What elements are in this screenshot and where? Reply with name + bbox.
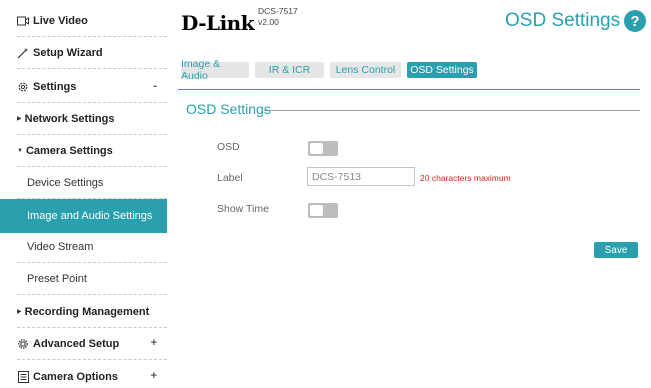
- model-info: DCS-7517 v2.00: [258, 6, 298, 28]
- firmware-version: v2.00: [258, 17, 279, 27]
- sidebar-item-label: Camera Options: [33, 371, 118, 383]
- sidebar-item-live-video[interactable]: Live Video: [17, 5, 167, 37]
- sidebar-item-label: Recording Management: [24, 305, 150, 318]
- sidebar-item-label: Camera Settings: [25, 144, 113, 157]
- sidebar-item-settings[interactable]: Settings -: [17, 71, 167, 103]
- advanced-gear-icon: [17, 338, 29, 350]
- osd-label: OSD: [217, 141, 240, 153]
- caret-down-icon: ▼: [17, 147, 23, 154]
- osd-toggle[interactable]: [308, 141, 338, 156]
- label-input[interactable]: [307, 167, 415, 186]
- page-title: OSD Settings: [505, 10, 621, 31]
- sidebar-item-label: Live Video: [33, 14, 88, 27]
- sidebar-item-device-settings[interactable]: Device Settings: [17, 167, 167, 199]
- show-time-toggle[interactable]: [308, 203, 338, 218]
- tab-osd-settings[interactable]: OSD Settings: [407, 62, 477, 78]
- sidebar-item-label: Video Stream: [27, 240, 94, 253]
- tab-ir-icr[interactable]: IR & ICR: [255, 62, 324, 78]
- expand-icon[interactable]: +: [151, 337, 157, 349]
- collapse-icon[interactable]: -: [153, 80, 157, 92]
- sidebar-item-label: Preset Point: [27, 272, 87, 285]
- save-button[interactable]: Save: [594, 242, 638, 258]
- tab-divider: [178, 89, 640, 90]
- model-name: DCS-7517: [258, 6, 298, 16]
- label-field-label: Label: [217, 172, 243, 184]
- sidebar-item-camera-settings[interactable]: ▼ Camera Settings: [17, 135, 167, 167]
- list-icon: [17, 371, 29, 383]
- video-icon: [17, 15, 29, 27]
- toggle-knob: [310, 205, 323, 216]
- caret-right-icon: ▶: [17, 309, 22, 315]
- label-hint: 20 characters maximum: [420, 173, 511, 183]
- sidebar-item-label: Image and Audio Settings: [27, 210, 153, 222]
- sidebar-item-camera-options[interactable]: Camera Options +: [17, 361, 167, 388]
- tab-image-audio[interactable]: Image & Audio: [181, 58, 249, 82]
- show-time-label: Show Time: [217, 203, 269, 215]
- sidebar-item-video-stream[interactable]: Video Stream: [17, 231, 167, 263]
- toggle-knob: [310, 143, 323, 154]
- sidebar-item-preset-point[interactable]: Preset Point: [17, 263, 167, 295]
- sidebar: Live Video Setup Wizard Settings - ▶ Net…: [0, 0, 167, 388]
- section-divider: [264, 110, 640, 111]
- sidebar-item-setup-wizard[interactable]: Setup Wizard: [17, 37, 167, 69]
- sidebar-item-label: Setup Wizard: [33, 46, 103, 59]
- sidebar-item-network-settings[interactable]: ▶ Network Settings: [17, 103, 167, 135]
- sidebar-item-advanced-setup[interactable]: Advanced Setup +: [17, 328, 167, 360]
- section-title: OSD Settings: [186, 101, 271, 117]
- sidebar-item-label: Network Settings: [24, 112, 115, 125]
- caret-right-icon: ▶: [17, 116, 22, 122]
- wand-icon: [17, 47, 29, 59]
- sidebar-item-recording-management[interactable]: ▶ Recording Management: [17, 296, 167, 328]
- gear-icon: [17, 81, 29, 93]
- dlink-logo: D-Link: [181, 11, 255, 35]
- help-icon[interactable]: ?: [624, 10, 646, 32]
- tab-lens-control[interactable]: Lens Control: [330, 62, 401, 78]
- sidebar-item-label: Advanced Setup: [33, 337, 120, 350]
- sidebar-item-image-audio-settings[interactable]: Image and Audio Settings: [0, 199, 167, 233]
- sidebar-item-label: Device Settings: [27, 176, 104, 189]
- sidebar-item-label: Settings: [33, 80, 77, 93]
- expand-icon[interactable]: +: [151, 370, 157, 382]
